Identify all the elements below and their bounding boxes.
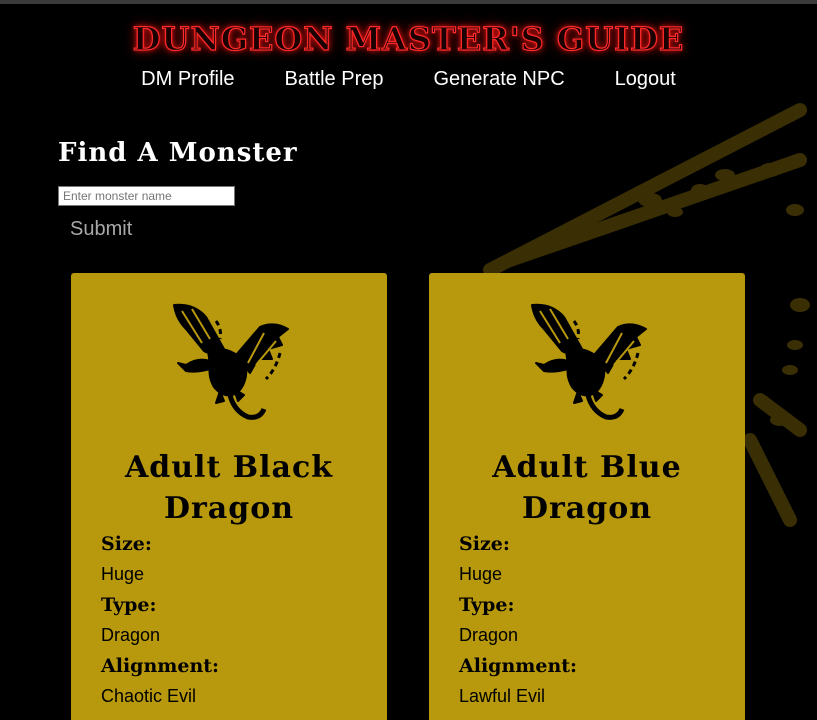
monster-card[interactable]: Adult Black Dragon Size: Huge Type: Drag… [71,273,387,720]
size-value: Huge [101,564,145,584]
alignment-value: Lawful Evil [459,686,546,706]
monster-name: Adult Blue Dragon [492,450,682,526]
monster-name: Adult Black Dragon [124,450,333,526]
nav-logout[interactable]: Logout [615,68,676,96]
monster-card[interactable]: Adult Blue Dragon Size: Huge Type: Drago… [429,273,745,720]
size-label: Size: [459,533,510,555]
nav-generate-npc[interactable]: Generate NPC [433,68,564,96]
monster-card-list: Adult Black Dragon Size: Huge Type: Drag… [71,273,745,720]
type-value: Dragon [101,625,161,645]
site-title: DUNGEON MASTER'S GUIDE [132,19,685,58]
site-header: DUNGEON MASTER'S GUIDE DM Profile Battle… [0,0,817,110]
type-label: Type: [101,594,157,616]
monster-search: Find A Monster Submit [58,138,298,240]
type-value: Dragon [459,625,519,645]
size-label: Size: [101,533,152,555]
nav-dm-profile[interactable]: DM Profile [141,68,234,96]
main-nav: DM Profile Battle Prep Generate NPC Logo… [0,68,817,96]
size-value: Huge [459,564,503,584]
dragon-icon [531,303,647,420]
submit-button[interactable]: Submit [70,218,132,241]
search-title: Find A Monster [58,138,298,168]
alignment-label: Alignment: [101,655,220,677]
dragon-icon [173,303,289,420]
alignment-label: Alignment: [459,655,578,677]
monster-name-input[interactable] [58,186,235,206]
alignment-value: Chaotic Evil [101,686,197,706]
type-label: Type: [459,594,515,616]
nav-battle-prep[interactable]: Battle Prep [285,68,384,96]
